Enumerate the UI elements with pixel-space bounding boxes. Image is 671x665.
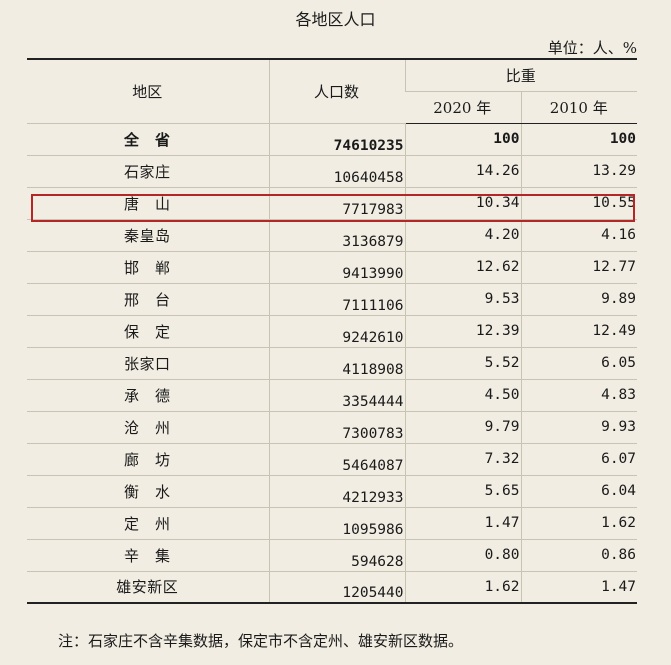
share-2010-cell: 10.55: [520, 187, 638, 220]
share-2020-cell: 14.26: [404, 155, 521, 188]
table-row: 保 定 9242610 12.39 12.49: [27, 315, 638, 348]
population-cell: 7300783: [268, 411, 405, 444]
share-2020-cell: 9.79: [404, 411, 521, 444]
share-2020-cell: 10.34: [404, 187, 521, 220]
share-2010-cell: 9.93: [520, 411, 638, 444]
share-2010-cell: 12.49: [520, 315, 638, 348]
table-row: 辛 集 594628 0.80 0.86: [27, 539, 638, 572]
share-2010-cell: 6.07: [520, 443, 638, 476]
population-cell: 1205440: [268, 571, 405, 604]
share-2010-cell: 4.83: [520, 379, 638, 412]
region-cell: 沧 州: [27, 411, 269, 444]
population-cell: 74610235: [268, 123, 405, 156]
table-title: 各地区人口: [295, 10, 376, 29]
table-row: 唐 山 7717983 10.34 10.55: [27, 187, 638, 220]
share-2020-cell: 4.50: [404, 379, 521, 412]
table-row: 石家庄 10640458 14.26 13.29: [27, 155, 638, 188]
region-cell: 衡 水: [27, 475, 269, 508]
share-2020-cell: 12.62: [404, 251, 521, 284]
share-2010-cell: 13.29: [520, 155, 638, 188]
region-cell: 定 州: [27, 507, 269, 540]
population-cell: 9413990: [268, 251, 405, 284]
share-2020-cell: 5.52: [404, 347, 521, 380]
population-cell: 7717983: [268, 187, 405, 220]
header-region: 地区: [27, 58, 269, 124]
population-cell: 1095986: [268, 507, 405, 540]
share-2020-cell: 0.80: [404, 539, 521, 572]
table-row: 秦皇岛 3136879 4.20 4.16: [27, 219, 638, 252]
population-cell: 5464087: [268, 443, 405, 476]
table-row: 定 州 1095986 1.47 1.62: [27, 507, 638, 540]
share-2010-cell: 1.62: [520, 507, 638, 540]
table-row: 衡 水 4212933 5.65 6.04: [27, 475, 638, 508]
population-table: 地区 人口数 比重 2020 年 2010 年 全 省 74610235 100 10…: [27, 58, 638, 604]
share-2020-cell: 5.65: [404, 475, 521, 508]
table-row: 雄安新区 1205440 1.62 1.47: [27, 571, 638, 604]
share-2010-cell: 6.04: [520, 475, 638, 508]
region-cell: 全 省: [27, 123, 269, 156]
share-2020-cell: 7.32: [404, 443, 521, 476]
region-cell: 邢 台: [27, 283, 269, 316]
share-2020-cell: 1.62: [404, 571, 521, 604]
table-row: 邯 郸 9413990 12.62 12.77: [27, 251, 638, 284]
share-2010-cell: 100: [520, 123, 638, 156]
share-2020-cell: 4.20: [404, 219, 521, 252]
header-population: 人口数: [268, 58, 405, 124]
population-table-container: 地区 人口数 比重 2020 年 2010 年 全 省 74610235 100 10…: [27, 58, 638, 604]
population-cell: 9242610: [268, 315, 405, 348]
region-cell: 承 德: [27, 379, 269, 412]
region-cell: 保 定: [27, 315, 269, 348]
table-row: 廊 坊 5464087 7.32 6.07: [27, 443, 638, 476]
share-2010-cell: 6.05: [520, 347, 638, 380]
population-cell: 7111106: [268, 283, 405, 316]
share-2010-cell: 0.86: [520, 539, 638, 572]
table-row: 全 省 74610235 100 100: [27, 123, 638, 156]
region-cell: 石家庄: [27, 155, 269, 188]
share-2010-cell: 4.16: [520, 219, 638, 252]
table-row: 沧 州 7300783 9.79 9.93: [27, 411, 638, 444]
region-cell: 雄安新区: [27, 571, 269, 604]
footnote: 注：石家庄不含辛集数据，保定市不含定州、雄安新区数据。: [58, 632, 464, 650]
table-body: 全 省 74610235 100 100 石家庄 10640458 14.26 13.29 唐 …: [27, 123, 638, 604]
population-cell: 4118908: [268, 347, 405, 380]
table-row: 承 德 3354444 4.50 4.83: [27, 379, 638, 412]
region-cell: 张家口: [27, 347, 269, 380]
population-cell: 3354444: [268, 379, 405, 412]
share-2020-cell: 1.47: [404, 507, 521, 540]
region-cell: 秦皇岛: [27, 219, 269, 252]
header-share: 比重: [404, 58, 638, 92]
region-cell: 唐 山: [27, 187, 269, 220]
region-cell: 辛 集: [27, 539, 269, 572]
header-year-2010: 2010 年: [520, 91, 638, 124]
table-row: 邢 台 7111106 9.53 9.89: [27, 283, 638, 316]
share-2020-cell: 100: [404, 123, 521, 156]
share-2010-cell: 1.47: [520, 571, 638, 604]
header-year-2020: 2020 年: [405, 91, 521, 124]
share-2020-cell: 9.53: [404, 283, 521, 316]
population-cell: 594628: [268, 539, 405, 572]
share-2020-cell: 12.39: [404, 315, 521, 348]
population-cell: 3136879: [268, 219, 405, 252]
population-cell: 10640458: [268, 155, 405, 188]
share-2010-cell: 12.77: [520, 251, 638, 284]
share-2010-cell: 9.89: [520, 283, 638, 316]
unit-label: 单位：人、%: [547, 39, 637, 57]
table-row: 张家口 4118908 5.52 6.05: [27, 347, 638, 380]
region-cell: 廊 坊: [27, 443, 269, 476]
region-cell: 邯 郸: [27, 251, 269, 284]
population-cell: 4212933: [268, 475, 405, 508]
